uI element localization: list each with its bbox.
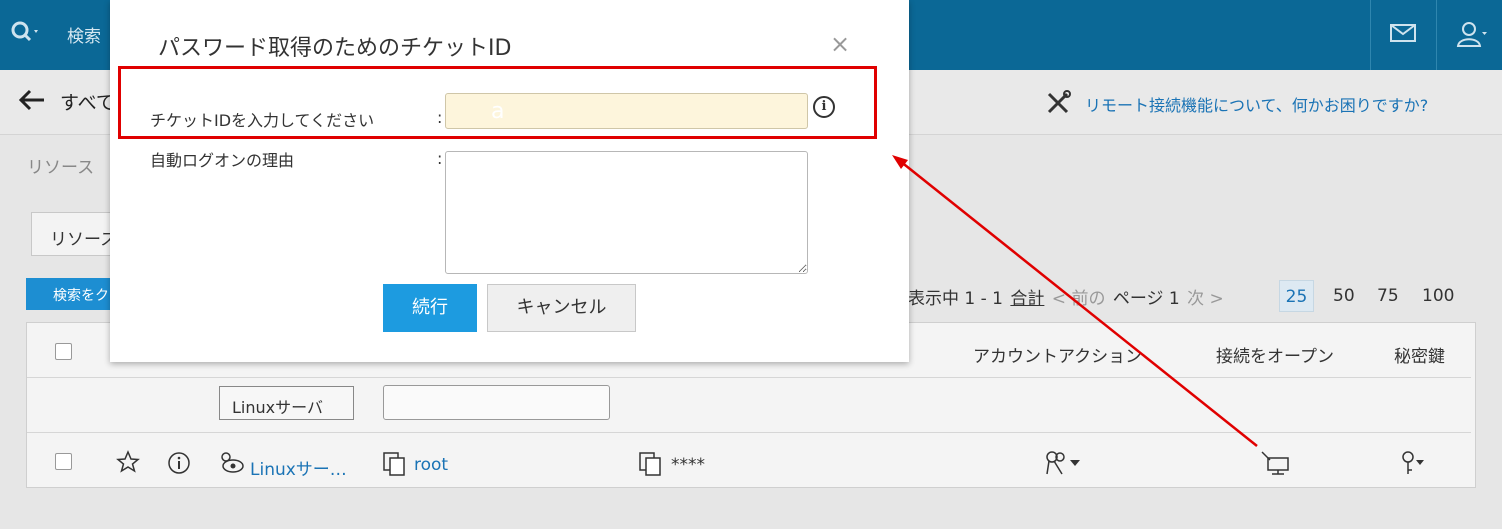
- annotation-arrow: [892, 155, 1258, 447]
